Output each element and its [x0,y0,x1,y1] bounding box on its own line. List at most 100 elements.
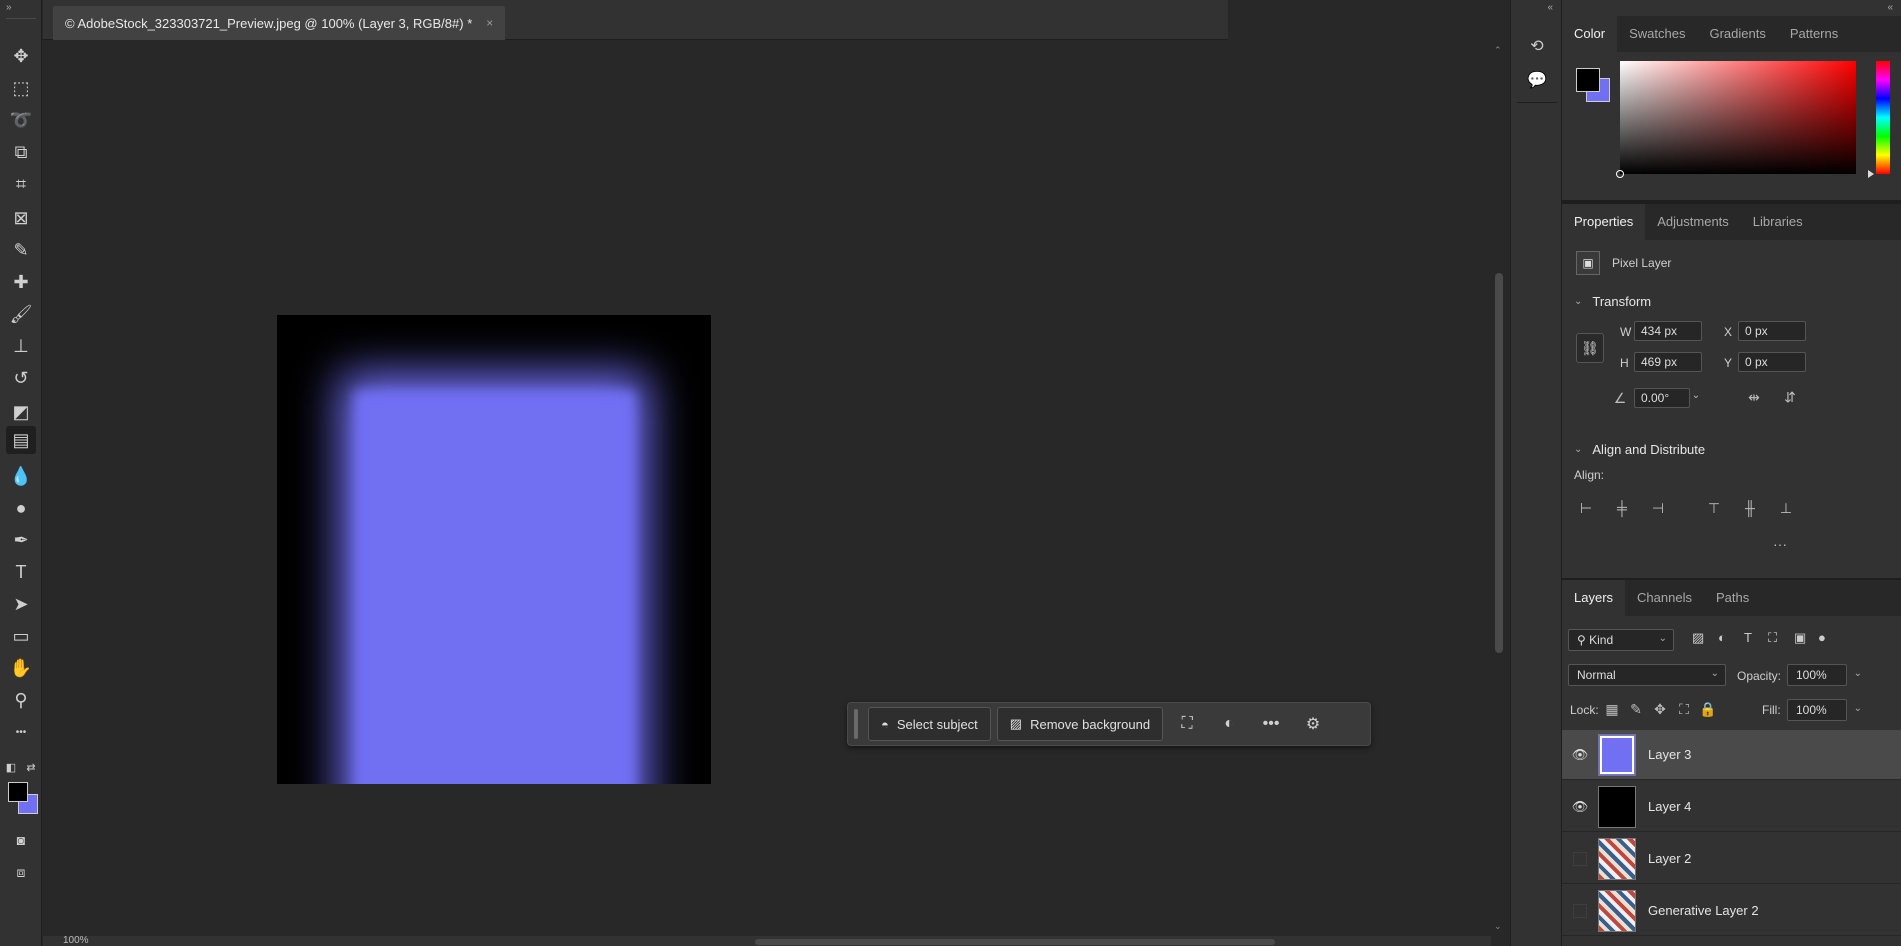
dodge-icon[interactable]: ● [6,494,36,522]
eyedropper-icon[interactable]: ✎ [6,236,36,264]
document-tab[interactable]: © AdobeStock_323303721_Preview.jpeg @ 10… [53,6,506,40]
brush-icon[interactable]: 🖌 [6,300,36,328]
layer-name[interactable]: Layer 3 [1648,747,1691,762]
layer-name[interactable]: Layer 2 [1648,851,1691,866]
horizontal-scroll-thumb[interactable] [755,939,1275,945]
filter-pixel-icon[interactable]: ▨ [1692,630,1704,646]
settings-icon[interactable]: ⚙ [1295,707,1331,741]
tab-color[interactable]: Color [1562,16,1618,52]
more-options-icon[interactable]: ••• [1253,707,1289,741]
x-field[interactable]: 0 px [1738,321,1806,341]
y-field[interactable]: 0 px [1738,352,1806,372]
flip-vertical-icon[interactable]: ⇵ [1780,389,1800,406]
transform-icon[interactable]: ⛶ [1169,707,1205,741]
task-bar-drag-handle[interactable] [854,709,858,739]
remove-background-button[interactable]: ▨ Remove background [996,707,1164,741]
scroll-up-icon[interactable]: ⌃ [1494,45,1502,56]
align-center-horizontal-icon[interactable]: ╪ [1612,500,1632,516]
layer-row[interactable]: Layer 2 [1562,834,1901,884]
filter-shape-icon[interactable]: ⛶ [1768,630,1777,646]
vertical-scrollbar[interactable]: ⌃ ⌄ [1491,41,1507,936]
panel-foreground-swatch[interactable] [1576,68,1600,92]
layer-thumbnail[interactable] [1598,837,1636,880]
tab-channels[interactable]: Channels [1625,580,1704,616]
layer-row[interactable]: 👁 Layer 3 [1562,730,1901,780]
default-colors-icon[interactable]: ◧ [2,758,20,776]
swap-colors-icon[interactable]: ⇄ [22,758,40,776]
layer-row[interactable]: Generative Layer 2 [1562,886,1901,936]
zoom-icon[interactable]: ⚲ [6,686,36,714]
width-field[interactable]: 434 px [1634,321,1702,341]
flip-horizontal-icon[interactable]: ⇹ [1744,389,1764,406]
hue-slider-handle[interactable] [1868,170,1874,178]
object-select-icon[interactable]: ⧉ [6,138,36,166]
layer-kind-filter[interactable]: ⚲ Kind ⌄ [1568,629,1674,651]
blend-mode-select[interactable]: Normal ⌄ [1568,664,1726,686]
panels-collapse-icon[interactable]: « [1887,2,1893,13]
toolbar-collapse-icon[interactable]: » [6,2,12,13]
layer-name[interactable]: Layer 4 [1648,799,1691,814]
tab-patterns[interactable]: Patterns [1778,16,1850,52]
color-picker-cursor[interactable] [1616,170,1624,178]
visibility-toggle[interactable] [1573,851,1587,866]
tab-adjustments[interactable]: Adjustments [1645,204,1741,240]
more-tools-icon[interactable]: ••• [6,718,36,746]
chevron-down-icon[interactable]: ⌄ [1854,668,1862,679]
vertical-scroll-thumb[interactable] [1495,273,1503,653]
visibility-eye-icon[interactable]: 👁 [1562,799,1598,815]
move-icon[interactable]: ✥ [6,42,36,70]
tab-properties[interactable]: Properties [1562,204,1646,240]
chevron-down-icon[interactable]: ⌄ [1854,703,1862,714]
marquee-icon[interactable]: ⬚ [6,74,36,102]
filter-adjustment-icon[interactable]: ◐ [1718,630,1726,645]
adjustment-icon[interactable]: ◐ [1211,707,1247,741]
comments-icon[interactable]: 💬 [1525,68,1549,92]
align-bottom-icon[interactable]: ⊥ [1776,500,1796,517]
layer-thumbnail[interactable] [1598,785,1636,828]
type-icon[interactable]: T [6,558,36,586]
gradient-icon[interactable]: ▤ [6,426,36,454]
eraser-icon[interactable]: ◩ [6,398,36,426]
hand-icon[interactable]: ✋ [6,654,36,682]
screen-mode-icon[interactable]: ⧈ [6,858,36,886]
rectangle-icon[interactable]: ▭ [6,622,36,650]
lock-transparent-icon[interactable]: ▦ [1602,701,1622,718]
fill-field[interactable]: 100% ⌄ [1787,699,1862,721]
path-select-icon[interactable]: ➤ [6,590,36,618]
align-right-icon[interactable]: ⊣ [1648,500,1668,517]
tab-gradients[interactable]: Gradients [1697,16,1777,52]
foreground-color[interactable] [8,782,28,802]
history-icon[interactable]: ⟲ [1525,34,1549,58]
layer-row[interactable]: 👁 Layer 4 [1562,782,1901,832]
select-subject-button[interactable]: ◓ Select subject [868,707,991,741]
zoom-level[interactable]: 100% [63,935,89,946]
quick-mask-icon[interactable]: ◙ [6,826,36,854]
align-section-header[interactable]: ⌄ Align and Distribute [1574,442,1705,457]
color-picker-field[interactable] [1616,61,1856,178]
angle-dropdown-icon[interactable]: ⌄ [1686,390,1706,401]
dock-collapse-icon[interactable]: « [1547,2,1553,13]
align-top-icon[interactable]: ⊤ [1704,500,1724,517]
history-brush-icon[interactable]: ↺ [6,364,36,392]
pen-icon[interactable]: ✒ [6,526,36,554]
document-image[interactable] [277,315,711,784]
filter-smart-object-icon[interactable]: ▣ [1794,630,1806,646]
close-tab-icon[interactable]: × [486,16,493,30]
tab-layers[interactable]: Layers [1562,580,1626,616]
canvas-area[interactable] [43,41,1228,936]
lock-position-icon[interactable]: ✥ [1650,701,1670,718]
stamp-icon[interactable]: ⊥ [6,332,36,360]
hue-slider[interactable] [1876,61,1890,174]
lock-artboard-icon[interactable]: ⛶ [1674,701,1694,718]
frame-icon[interactable]: ⊠ [6,204,36,232]
height-field[interactable]: 469 px [1634,352,1702,372]
visibility-toggle[interactable] [1573,903,1587,918]
tab-libraries[interactable]: Libraries [1741,204,1815,240]
transform-section-header[interactable]: ⌄ Transform [1574,294,1651,309]
layer-thumbnail[interactable] [1598,733,1636,776]
angle-field[interactable]: 0.00° [1634,388,1690,408]
more-align-options-icon[interactable]: ··· [1770,536,1790,552]
layer-name[interactable]: Generative Layer 2 [1648,903,1759,918]
scroll-down-icon[interactable]: ⌄ [1494,921,1502,932]
align-left-icon[interactable]: ⊢ [1576,500,1596,517]
